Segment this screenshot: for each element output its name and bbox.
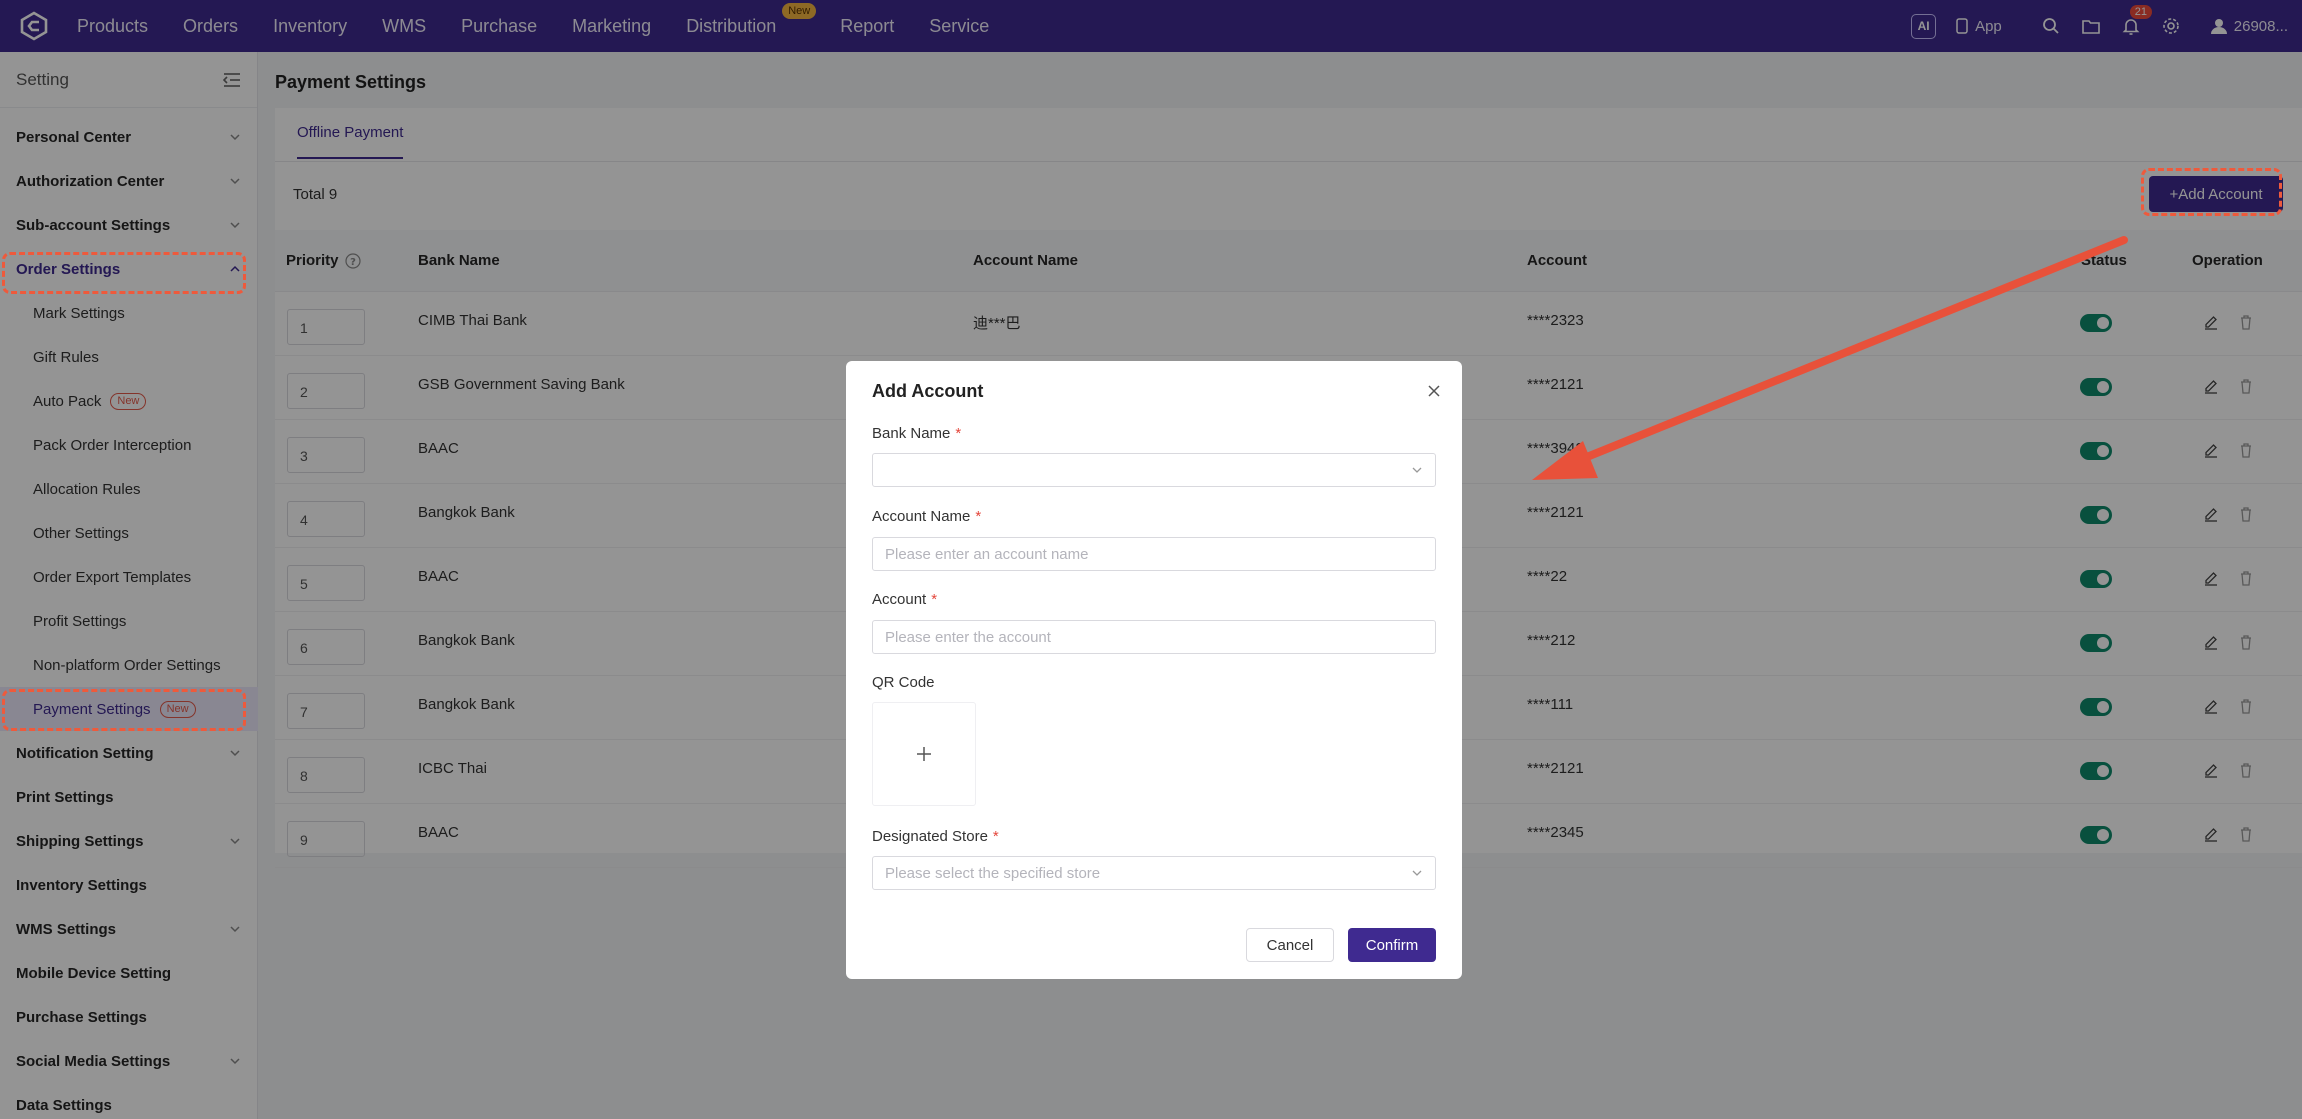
qr-code-upload[interactable] — [872, 702, 976, 806]
required-mark: * — [992, 828, 999, 845]
account-name-label-text: Account Name — [872, 508, 971, 525]
qr-code-label: QR Code — [872, 674, 935, 691]
account-name-field[interactable]: Please enter an account name — [872, 537, 1436, 571]
close-icon[interactable] — [1427, 384, 1441, 398]
designated-store-label-text: Designated Store — [872, 828, 988, 845]
required-mark: * — [931, 591, 938, 608]
account-name-label: Account Name * — [872, 508, 981, 525]
required-mark: * — [955, 425, 962, 442]
bank-name-label: Bank Name * — [872, 425, 961, 442]
account-name-placeholder: Please enter an account name — [885, 545, 1089, 563]
account-field[interactable]: Please enter the account — [872, 620, 1436, 654]
dialog-title: Add Account — [872, 381, 984, 401]
required-mark: * — [975, 508, 982, 525]
bank-name-select[interactable] — [872, 453, 1436, 487]
plus-icon — [917, 747, 931, 761]
account-label: Account * — [872, 591, 937, 608]
bank-name-label-text: Bank Name — [872, 425, 951, 442]
designated-store-placeholder: Please select the specified store — [885, 864, 1101, 882]
add-account-dialog: Add Account Bank Name * Account Name * Ple… — [846, 361, 1462, 979]
confirm-button[interactable]: Confirm — [1348, 928, 1436, 962]
designated-store-label: Designated Store * — [872, 828, 999, 845]
designated-store-select[interactable]: Please select the specified store — [872, 856, 1436, 890]
cancel-button[interactable]: Cancel — [1246, 928, 1334, 962]
chevron-down-icon — [1412, 467, 1422, 473]
account-label-text: Account — [872, 591, 927, 608]
chevron-down-icon — [1412, 870, 1422, 876]
account-placeholder: Please enter the account — [885, 628, 1051, 646]
